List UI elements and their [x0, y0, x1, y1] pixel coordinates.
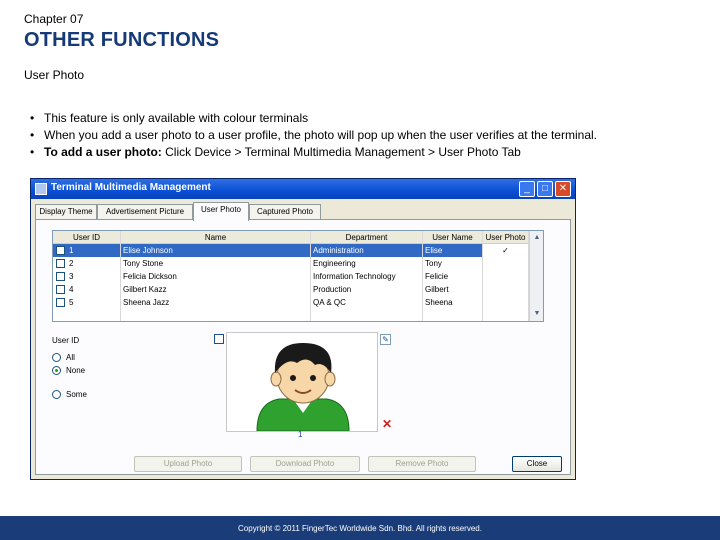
radio-some[interactable]	[52, 390, 61, 399]
cell-empty	[483, 309, 529, 321]
cell-user-name: Gilbert	[423, 283, 483, 296]
radio-none-label: None	[66, 366, 86, 375]
column-header-department[interactable]: Department	[311, 231, 423, 244]
tab-captured-photo[interactable]: Captured Photo	[249, 204, 321, 220]
bullet-item: • This feature is only available with col…	[30, 110, 597, 127]
section-subtitle: User Photo	[24, 68, 85, 82]
footer-bar: Copyright © 2011 FingerTec Worldwide Sdn…	[0, 516, 720, 540]
tab-advertisement-picture[interactable]: Advertisement Picture	[97, 204, 193, 220]
cell-user-name: Sheena	[423, 296, 483, 309]
photo-preview	[226, 332, 378, 432]
user-avatar-icon	[253, 333, 353, 432]
download-photo-button[interactable]: Download Photo	[250, 456, 360, 472]
cell-department: Administration	[311, 244, 423, 257]
cell-user-id: 4	[67, 283, 121, 296]
upload-photo-button[interactable]: Upload Photo	[134, 456, 242, 472]
table-header: User ID Name Department User Name User P…	[53, 231, 543, 244]
row-checkbox[interactable]	[56, 285, 65, 294]
close-button[interactable]: Close	[512, 456, 562, 472]
cell-user-id: 3	[67, 270, 121, 283]
tab-display-theme[interactable]: Display Theme	[35, 204, 97, 220]
radio-all[interactable]	[52, 353, 61, 362]
bullet-icon: •	[30, 111, 35, 125]
table-row[interactable]: 5 Sheena Jazz QA & QC Sheena	[53, 296, 543, 309]
edit-photo-icon[interactable]: ✎	[380, 334, 391, 345]
cell-user-photo	[483, 283, 529, 296]
table-scrollbar[interactable]: ▲ ▼	[529, 231, 543, 321]
cell-department: Production	[311, 283, 423, 296]
column-header-name[interactable]: Name	[121, 231, 311, 244]
close-window-button[interactable]: ✕	[555, 181, 571, 197]
radio-all-label: All	[66, 353, 75, 362]
tab-user-photo[interactable]: User Photo	[193, 202, 249, 221]
row-checkbox[interactable]	[56, 259, 65, 268]
cell-user-photo-check-icon: ✓	[483, 244, 529, 257]
scroll-up-icon[interactable]: ▲	[531, 232, 543, 244]
maximize-button[interactable]: □	[537, 181, 553, 197]
bullet-text: When you add a user photo to a user prof…	[44, 128, 597, 142]
copyright-text: Copyright © 2011 FingerTec Worldwide Sdn…	[238, 524, 482, 533]
cell-empty	[121, 309, 311, 321]
minimize-button[interactable]: _	[519, 181, 535, 197]
table-row[interactable]: 2 Tony Stone Engineering Tony	[53, 257, 543, 270]
bullet-text: This feature is only available with colo…	[44, 111, 309, 125]
photo-index-label: 1	[298, 430, 303, 439]
cell-user-photo	[483, 296, 529, 309]
table-row[interactable]: 3 Felicia Dickson Information Technology…	[53, 270, 543, 283]
bullet-icon: •	[30, 128, 35, 142]
cell-user-photo	[483, 257, 529, 270]
table-row-empty	[53, 309, 543, 321]
window-titlebar[interactable]: Terminal Multimedia Management _ □ ✕	[31, 179, 575, 199]
window-title: Terminal Multimedia Management	[51, 182, 211, 193]
user-table: User ID Name Department User Name User P…	[52, 230, 544, 322]
cell-user-photo	[483, 270, 529, 283]
scroll-down-icon[interactable]: ▼	[531, 308, 543, 320]
table-row[interactable]: 1 Elise Johnson Administration Elise ✓	[53, 244, 543, 257]
radio-none[interactable]	[52, 366, 61, 375]
cell-user-id: 1	[67, 244, 121, 257]
multimedia-window: Terminal Multimedia Management _ □ ✕ Dis…	[30, 178, 576, 480]
bullet-bold-text: To add a user photo:	[44, 145, 162, 159]
remove-photo-button[interactable]: Remove Photo	[368, 456, 476, 472]
user-id-group-label: User ID	[52, 336, 80, 345]
cell-empty	[311, 309, 423, 321]
cell-empty	[423, 309, 483, 321]
column-header-user-id[interactable]: User ID	[53, 231, 121, 244]
cell-department: Engineering	[311, 257, 423, 270]
app-icon	[35, 183, 47, 195]
row-checkbox[interactable]	[56, 272, 65, 281]
cell-department: Information Technology	[311, 270, 423, 283]
cell-name: Gilbert Kazz	[121, 283, 311, 296]
cell-user-name: Tony	[423, 257, 483, 270]
bullet-item: • When you add a user photo to a user pro…	[30, 127, 597, 144]
column-header-user-name[interactable]: User Name	[423, 231, 483, 244]
column-header-user-photo[interactable]: User Photo	[483, 231, 529, 244]
bullet-text: Click Device > Terminal Multimedia Manag…	[161, 145, 521, 159]
cell-user-id: 5	[67, 296, 121, 309]
cell-name: Tony Stone	[121, 257, 311, 270]
cell-name: Elise Johnson	[121, 244, 311, 257]
chapter-label: Chapter 07	[24, 12, 84, 26]
bullet-list: • This feature is only available with col…	[30, 110, 597, 161]
delete-photo-icon[interactable]: ✕	[382, 418, 392, 430]
cell-user-id: 2	[67, 257, 121, 270]
table-row[interactable]: 4 Gilbert Kazz Production Gilbert	[53, 283, 543, 296]
cell-user-name: Felicie	[423, 270, 483, 283]
bullet-icon: •	[30, 145, 35, 159]
page-title: OTHER FUNCTIONS	[24, 29, 220, 51]
row-checkbox[interactable]	[56, 298, 65, 307]
bullet-item: • To add a user photo: Click Device > Ter…	[30, 144, 597, 161]
row-checkbox[interactable]	[56, 246, 65, 255]
cell-name: Sheena Jazz	[121, 296, 311, 309]
cell-name: Felicia Dickson	[121, 270, 311, 283]
cell-user-name: Elise	[423, 244, 483, 257]
cell-department: QA & QC	[311, 296, 423, 309]
radio-some-label: Some	[66, 390, 87, 399]
cell-empty	[53, 309, 121, 321]
photo-select-checkbox[interactable]	[214, 334, 224, 344]
user-photo-panel: User ID Name Department User Name User P…	[35, 219, 571, 475]
